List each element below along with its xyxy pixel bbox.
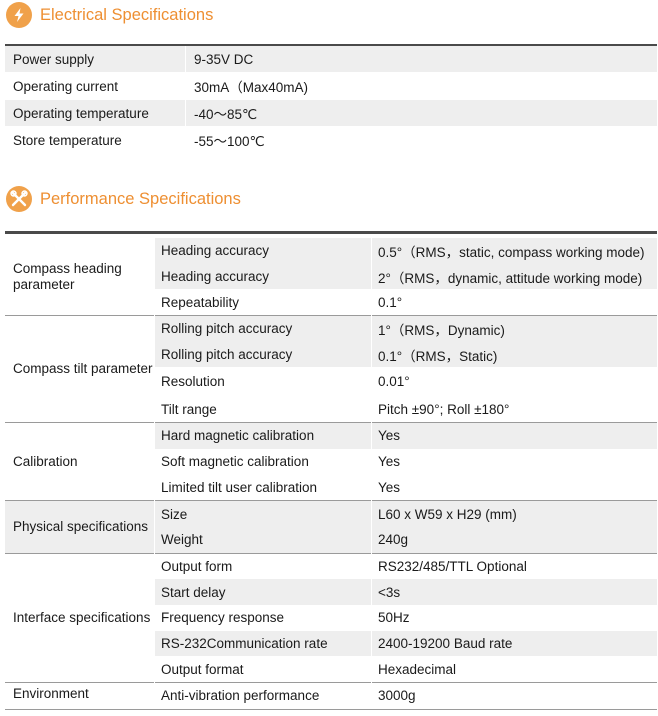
- spec-value: <3s: [371, 579, 657, 605]
- spec-value: 2°（RMS，dynamic, attitude working mode): [371, 263, 657, 290]
- table-row: Operating current 30mA（Max40mA): [5, 72, 657, 100]
- spec-value: 0.5°（RMS，static, compass working mode): [371, 238, 657, 264]
- spec-label: Power supply: [5, 46, 186, 73]
- spec-value: Yes: [378, 479, 401, 495]
- spec-value: RS232/485/TTL Optional: [371, 552, 657, 580]
- spec-label: Rolling pitch accuracy: [154, 315, 372, 342]
- spec-value: L60 x W59 x H29 (mm): [371, 500, 657, 527]
- table-row: Power supply 9-35V DC: [5, 46, 657, 73]
- spec-label: Soft magnetic calibration: [154, 448, 372, 475]
- section-divider: [5, 231, 657, 234]
- spec-label: Heading accuracy: [154, 263, 372, 290]
- spec-value: 0.01°: [378, 374, 410, 390]
- spec-value: Yes: [378, 454, 401, 470]
- spec-label: Frequency response: [154, 604, 372, 631]
- spec-value: 2400-19200 Baud rate: [371, 630, 657, 657]
- performance-section-header: Performance Specifications: [6, 186, 241, 212]
- table-row: Operating temperature -40～85℃: [5, 99, 657, 127]
- table-row: Environment Anti-vibration performance 3…: [5, 682, 657, 710]
- spec-value: 50Hz: [378, 610, 410, 626]
- spec-label: Heading accuracy: [154, 238, 372, 264]
- spec-value: -55～100℃: [185, 126, 657, 153]
- spec-label: Repeatability: [154, 289, 372, 316]
- table-row: Calibration Hard magnetic calibration Ye…: [5, 422, 657, 501]
- spec-value: Hexadecimal: [378, 661, 457, 677]
- group-label: Calibration: [5, 422, 155, 501]
- spec-label: Output form: [154, 552, 372, 580]
- spec-label: Rolling pitch accuracy: [154, 341, 372, 368]
- table-row: Compass heading parameter Heading accura…: [5, 238, 657, 316]
- table-row: Store temperature -55～100℃: [5, 126, 657, 153]
- table-row: Physical specifications Size L60 x W59 x…: [5, 500, 657, 554]
- group-label: Environment: [5, 682, 155, 710]
- spec-label: Anti-vibration performance: [154, 682, 372, 710]
- table-row: Compass tilt parameter Rolling pitch acc…: [5, 315, 657, 423]
- performance-table: Compass heading parameter Heading accura…: [5, 238, 657, 710]
- spec-label: Operating temperature: [5, 99, 186, 127]
- spec-value: Pitch ±90°; Roll ±180°: [378, 401, 510, 417]
- spec-label: Size: [154, 500, 372, 527]
- table-row: Interface specifications Output form RS2…: [5, 552, 657, 683]
- group-label: Compass tilt parameter: [5, 315, 155, 423]
- spec-value: 240g: [371, 526, 657, 554]
- spec-label: Hard magnetic calibration: [154, 422, 372, 449]
- spec-label: Store temperature: [5, 126, 186, 153]
- spec-label: Tilt range: [154, 396, 372, 423]
- spec-label: Output format: [154, 656, 372, 683]
- spec-label: Start delay: [154, 579, 372, 605]
- spec-value: -40～85℃: [185, 99, 657, 127]
- spec-value: 9-35V DC: [185, 46, 657, 73]
- spec-value: 0.1°（RMS，Static): [371, 341, 657, 368]
- spec-value: 1°（RMS，Dynamic): [371, 315, 657, 342]
- electrical-table: Power supply 9-35V DC Operating current …: [5, 46, 657, 153]
- spec-label: Weight: [154, 526, 372, 554]
- spec-label: Limited tilt user calibration: [154, 474, 372, 501]
- spec-label: RS-232Communication rate: [154, 630, 372, 657]
- spec-value: 3000g: [371, 682, 657, 710]
- electrical-section-header: Electrical Specifications: [6, 2, 213, 28]
- spec-value: Yes: [371, 422, 657, 449]
- group-label: Compass heading parameter: [5, 238, 155, 316]
- spec-value: 0.1°: [378, 294, 403, 310]
- lightning-icon: [6, 2, 32, 28]
- section-title: Electrical Specifications: [40, 5, 214, 24]
- section-title: Performance Specifications: [40, 189, 241, 208]
- group-label: Interface specifications: [5, 552, 155, 683]
- tools-icon: [6, 186, 32, 212]
- group-label: Physical specifications: [5, 500, 155, 554]
- spec-label: Operating current: [5, 72, 186, 100]
- spec-label: Resolution: [154, 367, 372, 397]
- spec-value: 30mA（Max40mA): [185, 72, 657, 100]
